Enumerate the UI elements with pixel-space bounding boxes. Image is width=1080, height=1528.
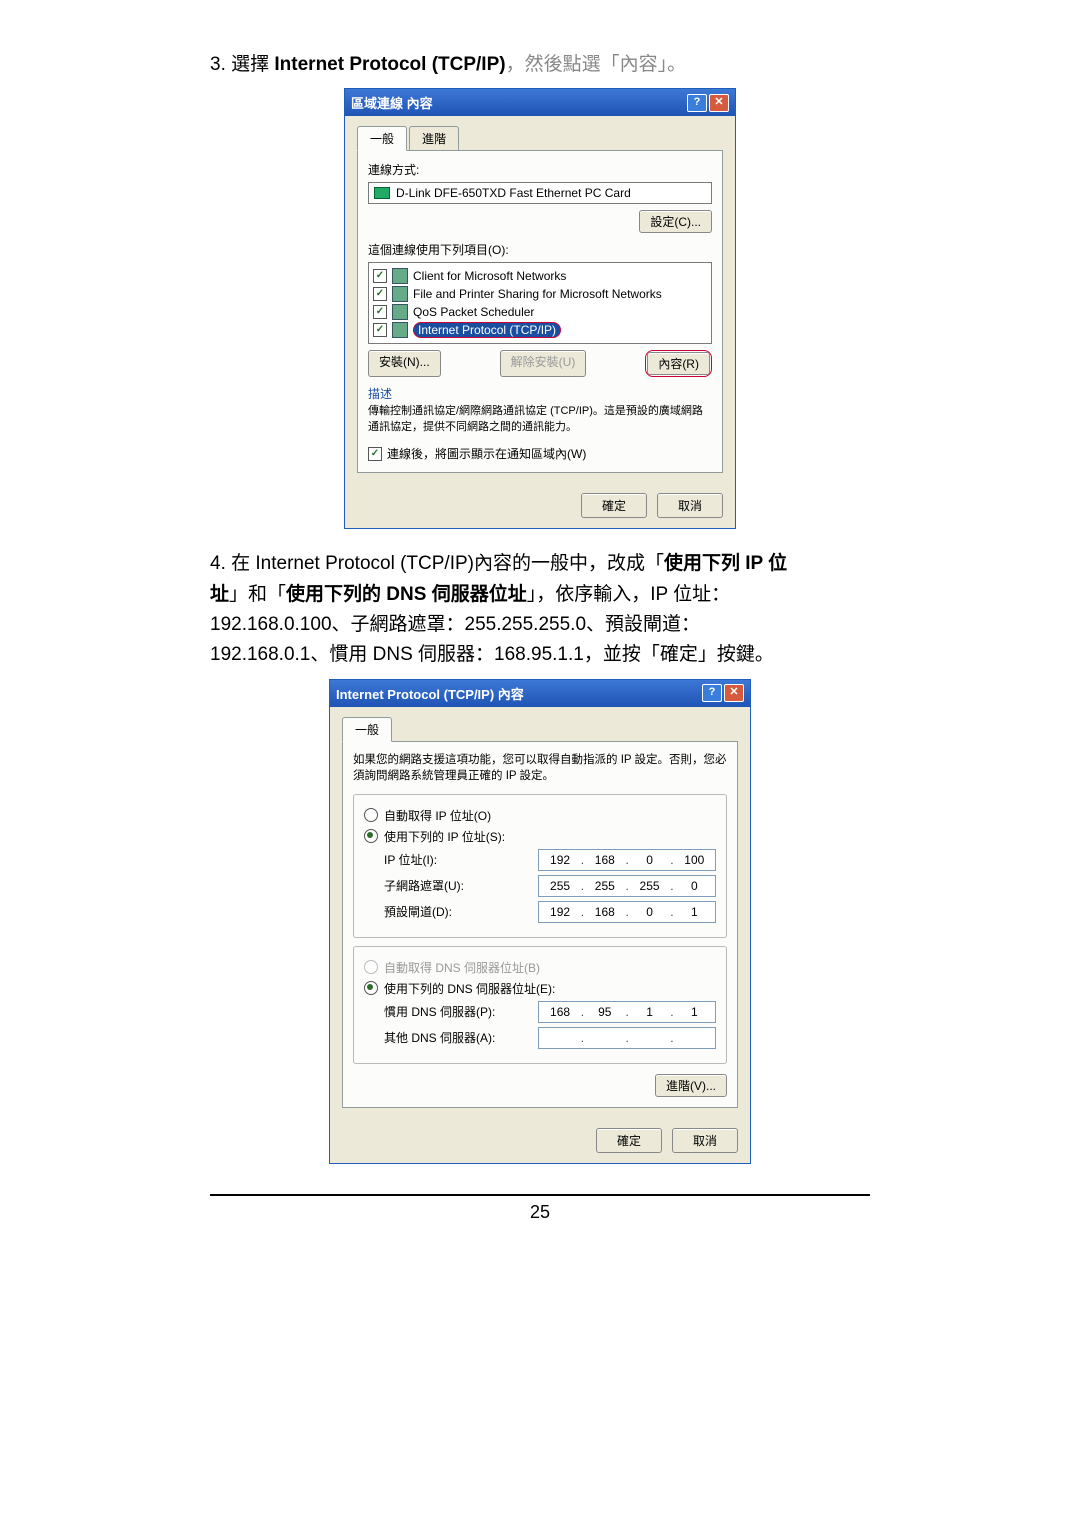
item-2: QoS Packet Scheduler [413,305,534,319]
page-number: 25 [210,1202,870,1223]
radio-use-ip[interactable]: 使用下列的 IP 位址(S): [364,828,716,845]
component-icon [392,304,408,320]
properties-highlight: 內容(R) [645,350,712,377]
desc-text: 傳輸控制通訊協定/網際網路通訊協定 (TCP/IP)。這是預設的廣域網路通訊協定… [368,404,712,435]
item-3: Internet Protocol (TCP/IP) [413,322,561,338]
adapter-name: D-Link DFE-650TXD Fast Ethernet PC Card [396,186,631,200]
ip-group: 自動取得 IP 位址(O) 使用下列的 IP 位址(S): IP 位址(I): … [353,794,727,938]
radio-auto-ip[interactable]: 自動取得 IP 位址(O) [364,807,716,824]
ip-input[interactable]: 192. 168. 0. 100 [538,849,716,871]
help-icon[interactable]: ? [687,94,707,112]
radio-icon[interactable] [364,829,378,843]
close-icon[interactable]: ✕ [724,684,744,702]
tab-general[interactable]: 一般 [357,126,407,151]
gw-input[interactable]: 192. 168. 0. 1 [538,901,716,923]
tcpip-properties-dialog: Internet Protocol (TCP/IP) 內容 ? ✕ 一般 如果您… [329,679,751,1164]
dns1-label: 慣用 DNS 伺服器(P): [384,1003,530,1020]
help-icon[interactable]: ? [702,684,722,702]
radio-auto-dns: 自動取得 DNS 伺服器位址(B) [364,959,716,976]
component-icon [392,286,408,302]
tab-general[interactable]: 一般 [342,717,392,742]
checkbox-icon[interactable] [373,305,387,319]
step3-text: 3. 選擇 Internet Protocol (TCP/IP)，然後點選「內容… [210,50,870,80]
list-item-selected[interactable]: Internet Protocol (TCP/IP) [373,321,707,339]
row-dns2: 其他 DNS 伺服器(A): . . . [384,1027,716,1049]
mask-input[interactable]: 255. 255. 255. 0 [538,875,716,897]
checkbox-icon[interactable] [368,447,382,461]
ip-label: IP 位址(I): [384,851,530,868]
desc-title: 描述 [368,385,712,402]
checkbox-icon[interactable] [373,323,387,337]
uninstall-button: 解除安裝(U) [500,350,587,377]
step3-prefix: 3. 選擇 [210,54,274,75]
radio-icon [364,960,378,974]
list-item[interactable]: File and Printer Sharing for Microsoft N… [373,285,707,303]
radio-icon[interactable] [364,808,378,822]
configure-button[interactable]: 設定(C)... [639,210,712,233]
install-button[interactable]: 安裝(N)... [368,350,441,377]
dialog2-note: 如果您的網路支援這項功能，您可以取得自動指派的 IP 設定。否則，您必須詢問網路… [353,752,727,784]
close-icon[interactable]: ✕ [709,94,729,112]
step3-bold: Internet Protocol (TCP/IP) [274,54,505,75]
protocol-listbox[interactable]: Client for Microsoft Networks File and P… [368,262,712,344]
footer-rule [210,1194,870,1196]
step3-suffix: ，然後點選「內容」。 [506,54,687,75]
row-mask: 子網路遮罩(U): 255. 255. 255. 0 [384,875,716,897]
dialog2-tabstrip: 一般 [342,717,738,742]
component-icon [392,268,408,284]
gw-label: 預設閘道(D): [384,903,530,920]
radio-icon[interactable] [364,981,378,995]
row-ip: IP 位址(I): 192. 168. 0. 100 [384,849,716,871]
ok-button[interactable]: 確定 [596,1128,662,1153]
tab-advanced[interactable]: 進階 [409,126,459,151]
lan-properties-dialog: 區域連線 內容 ? ✕ 一般 進階 連線方式: D-Link DFE-650TX… [344,88,736,529]
checkbox-icon[interactable] [373,269,387,283]
adapter-row: D-Link DFE-650TXD Fast Ethernet PC Card [368,182,712,204]
dialog2-title: Internet Protocol (TCP/IP) 內容 [336,684,524,703]
description-box: 描述 傳輸控制通訊協定/網際網路通訊協定 (TCP/IP)。這是預設的廣域網路通… [368,385,712,435]
properties-button[interactable]: 內容(R) [647,352,710,375]
dns-group: 自動取得 DNS 伺服器位址(B) 使用下列的 DNS 伺服器位址(E): 慣用… [353,946,727,1064]
uses-items-label: 這個連線使用下列項目(O): [368,241,712,258]
dns1-input[interactable]: 168. 95. 1. 1 [538,1001,716,1023]
dialog1-tabstrip: 一般 進階 [357,126,723,151]
row-gateway: 預設閘道(D): 192. 168. 0. 1 [384,901,716,923]
item-0: Client for Microsoft Networks [413,269,566,283]
cancel-button[interactable]: 取消 [657,493,723,518]
dns2-label: 其他 DNS 伺服器(A): [384,1029,530,1046]
nic-icon [374,187,390,199]
conn-method-label: 連線方式: [368,161,712,178]
dialog1-title: 區域連線 內容 [351,93,433,112]
cancel-button[interactable]: 取消 [672,1128,738,1153]
mask-label: 子網路遮罩(U): [384,877,530,894]
row-dns1: 慣用 DNS 伺服器(P): 168. 95. 1. 1 [384,1001,716,1023]
show-icon-label: 連線後，將圖示顯示在通知區域內(W) [387,445,586,462]
dialog1-titlebar: 區域連線 內容 ? ✕ [345,89,735,116]
component-icon [392,322,408,338]
item-1: File and Printer Sharing for Microsoft N… [413,287,662,301]
show-icon-row[interactable]: 連線後，將圖示顯示在通知區域內(W) [368,445,712,462]
step4-text: 4. 在 Internet Protocol (TCP/IP)內容的一般中，改成… [210,549,870,671]
radio-use-dns[interactable]: 使用下列的 DNS 伺服器位址(E): [364,980,716,997]
dns2-input[interactable]: . . . [538,1027,716,1049]
checkbox-icon[interactable] [373,287,387,301]
list-item[interactable]: QoS Packet Scheduler [373,303,707,321]
ok-button[interactable]: 確定 [581,493,647,518]
advanced-button[interactable]: 進階(V)... [655,1074,727,1097]
dialog2-titlebar: Internet Protocol (TCP/IP) 內容 ? ✕ [330,680,750,707]
list-item[interactable]: Client for Microsoft Networks [373,267,707,285]
